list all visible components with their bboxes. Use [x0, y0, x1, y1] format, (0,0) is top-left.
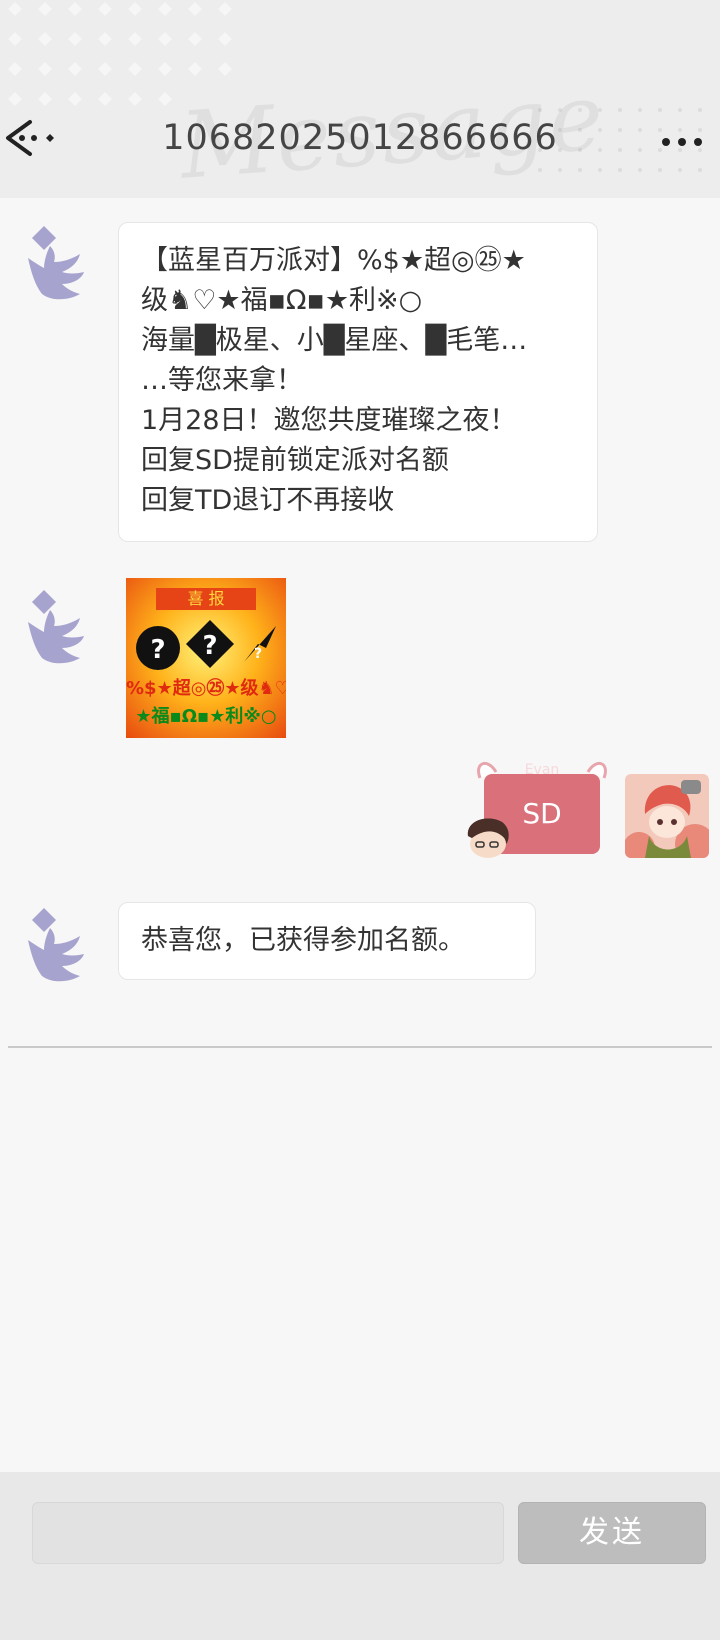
mms-text-line: ★福▪Ω▪★利※○: [135, 706, 277, 727]
sender-avatar-icon[interactable]: [18, 224, 86, 308]
my-avatar[interactable]: [625, 774, 709, 858]
message-line: 回复SD提前锁定派对名额: [141, 445, 449, 476]
divider: [8, 1046, 712, 1048]
mms-banner: 喜 报: [156, 588, 256, 610]
conversation-title: 10682025012866666: [162, 118, 558, 158]
send-button[interactable]: 发送: [518, 1502, 706, 1564]
more-dots-icon: [662, 138, 702, 146]
input-bar: 发送: [0, 1472, 720, 1640]
more-options-button[interactable]: [652, 118, 712, 166]
back-arrow-icon: [6, 120, 54, 156]
user-avatar-icon: [625, 774, 709, 858]
message-line: 1月28日！邀您共度璀璨之夜！: [141, 405, 517, 436]
message-bubble[interactable]: 恭喜您，已获得参加名额。: [118, 902, 536, 980]
message-line: 级♞♡★福▪Ω▪★利※○: [141, 285, 423, 316]
header: Message 10682025012866666: [0, 0, 720, 198]
message-line: 回复TD退订不再接收: [141, 485, 395, 516]
message-text: 恭喜您，已获得参加名额。: [141, 925, 465, 956]
mystery-icons: ? ? ?: [136, 620, 276, 670]
message-line: …等您来拿！: [141, 365, 303, 396]
message-line: 【蓝星百万派对】%$★超◎㉕★: [141, 245, 526, 276]
svg-text:?: ?: [202, 631, 217, 661]
cartoon-face-icon: [467, 818, 509, 858]
message-input[interactable]: [32, 1502, 504, 1564]
message-line: 海量█极星、小█星座、█毛笔…: [141, 325, 528, 356]
sticker-name-tag: Evan: [524, 762, 560, 778]
svg-text:?: ?: [150, 635, 165, 665]
sent-sticker[interactable]: SD Evan: [466, 756, 618, 860]
sender-avatar-icon[interactable]: [18, 906, 86, 990]
mms-image[interactable]: 喜 报 ? ? ? %$★超◎㉕★级♞♡ ★福▪Ω▪★利※○: [126, 578, 286, 738]
svg-text:?: ?: [254, 646, 262, 662]
back-button[interactable]: [0, 108, 70, 168]
message-bubble[interactable]: 【蓝星百万派对】%$★超◎㉕★ 级♞♡★福▪Ω▪★利※○ 海量█极星、小█星座、…: [118, 222, 598, 542]
mms-text-line: %$★超◎㉕★级♞♡: [126, 678, 286, 699]
sender-avatar-icon[interactable]: [18, 588, 86, 672]
